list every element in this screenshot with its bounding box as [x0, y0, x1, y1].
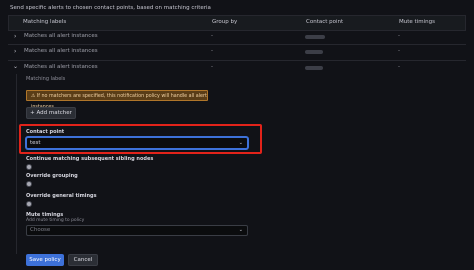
row-matching-label: Matches all alert instances — [24, 64, 98, 70]
mute-timings-select[interactable]: Choose ⌄ — [26, 225, 248, 236]
row-matching-label: Matches all alert instances — [24, 48, 98, 54]
row-mute-timings: - — [398, 48, 400, 54]
row-matching-label: Matches all alert instances — [24, 33, 98, 39]
save-policy-button[interactable]: Save policy — [26, 254, 64, 266]
col-matching-labels: Matching labels — [23, 19, 67, 25]
policy-table-header: Matching labels Group by Contact point M… — [8, 15, 466, 31]
chevron-right-icon[interactable]: › — [14, 33, 16, 40]
expanded-indent-line — [16, 74, 17, 254]
chevron-down-icon[interactable]: ⌄ — [13, 63, 18, 70]
contact-point-select[interactable]: test ⌄ — [26, 137, 248, 149]
chevron-down-icon: ⌄ — [238, 140, 243, 146]
matching-labels-title: Matching labels — [26, 76, 66, 82]
override-timings-label: Override general timings — [26, 193, 97, 199]
col-mute-timings: Mute timings — [399, 19, 435, 25]
redacted-contact-point — [305, 50, 323, 54]
continue-matching-label: Continue matching subsequent sibling nod… — [26, 156, 154, 162]
override-grouping-label: Override grouping — [26, 173, 78, 179]
row-divider — [8, 44, 466, 45]
continue-matching-toggle[interactable] — [26, 164, 32, 170]
cancel-button[interactable]: Cancel — [68, 254, 98, 266]
override-timings-toggle[interactable] — [26, 201, 32, 207]
add-matcher-label: Add matcher — [36, 110, 72, 116]
row-group-by: - — [211, 64, 213, 70]
chevron-down-icon: ⌄ — [238, 227, 243, 233]
contact-point-label: Contact point — [26, 129, 65, 135]
warning-alert: ⚠ If no matchers are specified, this not… — [26, 90, 208, 110]
add-matcher-button[interactable]: + Add matcher — [26, 107, 76, 119]
row-mute-timings: - — [398, 64, 400, 70]
row-group-by: - — [211, 33, 213, 39]
row-mute-timings: - — [398, 33, 400, 39]
col-contact-point: Contact point — [306, 19, 344, 25]
row-divider — [8, 60, 466, 61]
override-grouping-toggle[interactable] — [26, 181, 32, 187]
redacted-contact-point — [305, 35, 325, 39]
col-group-by: Group by — [212, 19, 238, 25]
redacted-contact-point — [305, 66, 323, 70]
mute-timings-placeholder: Choose — [30, 227, 51, 233]
contact-point-value: test — [30, 140, 41, 146]
page-description: Send specific alerts to chosen contact p… — [10, 5, 211, 11]
mute-timings-description: Add mute timing to policy — [26, 218, 85, 223]
row-group-by: - — [211, 48, 213, 54]
chevron-right-icon[interactable]: › — [14, 48, 16, 55]
